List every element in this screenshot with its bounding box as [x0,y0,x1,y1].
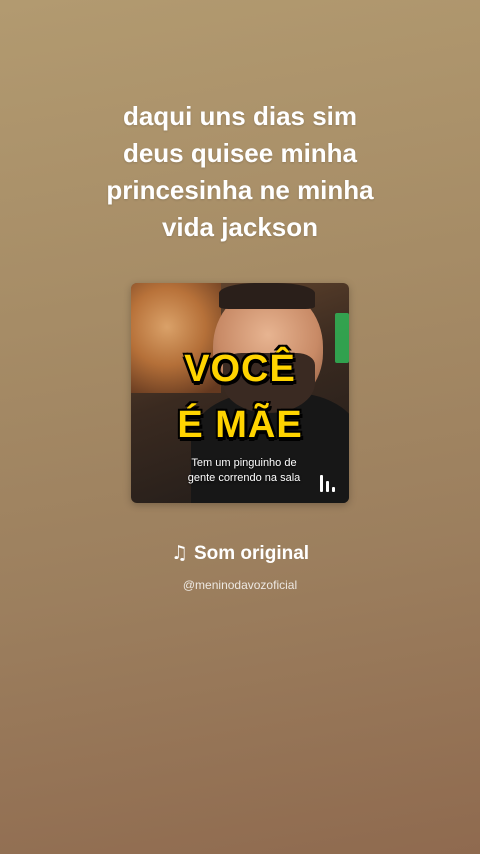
artist-handle[interactable]: @meninodavozoficial [140,577,340,593]
audio-bars-icon [320,474,340,492]
cover-headline-line2: É MÃE [177,404,303,446]
story-caption-text: daqui uns dias sim deus quisee minha pri… [106,101,374,242]
cover-person-hair [219,283,315,309]
cover-headline-line1: VOCÊ [184,348,296,390]
music-note-icon: ♫ [170,542,188,564]
cover-subtitle: Tem um pinguinho de gente correndo na sa… [187,457,301,484]
sound-label: Som original [193,543,310,564]
music-cover-art[interactable]: VOCÊ É MÃE Tem um pinguinho de gente cor… [131,283,349,503]
sound-label-row[interactable]: ♫ Som original [140,540,340,567]
